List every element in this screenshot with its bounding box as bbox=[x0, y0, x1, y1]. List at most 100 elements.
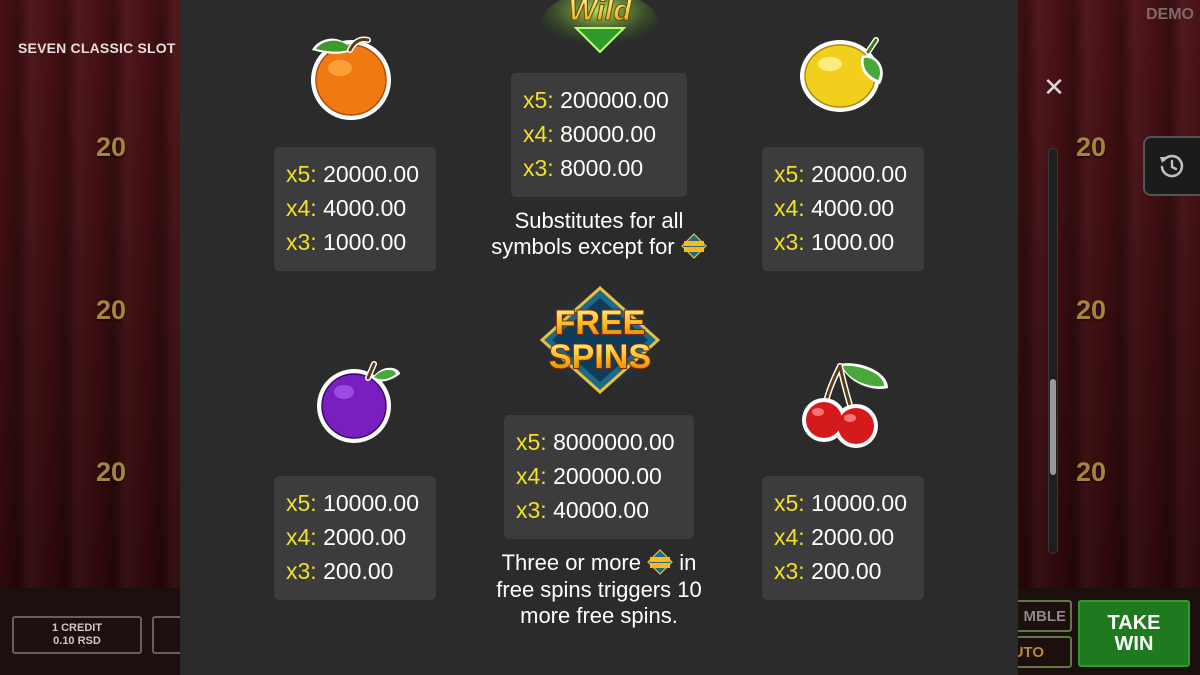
fs-desc-line1a: Three or more bbox=[501, 550, 641, 575]
demo-label: DEMO bbox=[1146, 6, 1194, 23]
pay-multiplier: x5: bbox=[286, 161, 317, 187]
free-spins-logo-line1: FREE bbox=[555, 304, 646, 342]
pay-value: 200000.00 bbox=[560, 87, 669, 113]
take-win-button[interactable]: TAKE WIN bbox=[1078, 600, 1190, 667]
credit-amount: 0.10 RSD bbox=[53, 635, 101, 647]
pay-value: 200.00 bbox=[811, 558, 882, 584]
free-spins-small-icon bbox=[647, 549, 673, 576]
line-number: 20 bbox=[1075, 132, 1107, 162]
credit-value-button[interactable]: 1 CREDIT 0.10 RSD bbox=[12, 616, 142, 654]
pay-value: 80000.00 bbox=[560, 121, 657, 147]
pay-value: 2000.00 bbox=[811, 524, 895, 550]
pay-multiplier: x3: bbox=[286, 229, 317, 255]
pay-row: x4: 2000.00 bbox=[774, 522, 912, 556]
wild-logo-text: Wild bbox=[568, 0, 632, 27]
lemon-paytable: x5: 20000.00 x4: 4000.00 x3: 1000.00 bbox=[762, 147, 924, 271]
pay-value: 1000.00 bbox=[323, 229, 407, 255]
pay-row: x3: 1000.00 bbox=[286, 227, 424, 261]
line-number: 20 bbox=[95, 295, 127, 325]
wild-desc-line1: Substitutes for all bbox=[514, 208, 684, 233]
plum-icon bbox=[317, 361, 400, 443]
pay-multiplier: x3: bbox=[774, 558, 805, 584]
take-win-line2: WIN bbox=[1114, 632, 1154, 655]
pay-row: x5: 10000.00 bbox=[774, 488, 912, 522]
pay-value: 20000.00 bbox=[323, 161, 420, 187]
gamble-label: MBLE bbox=[1023, 607, 1067, 625]
cherry-icon bbox=[802, 363, 888, 448]
pay-row: x5: 8000000.00 bbox=[516, 427, 682, 461]
wild-description: Substitutes for all symbols except for bbox=[466, 208, 732, 261]
line-number: 20 bbox=[95, 457, 127, 487]
history-icon bbox=[1160, 154, 1184, 178]
pay-value: 200000.00 bbox=[553, 463, 662, 489]
pay-row: x3: 200.00 bbox=[774, 556, 912, 590]
pay-value: 40000.00 bbox=[553, 497, 650, 523]
pay-row: x5: 10000.00 bbox=[286, 488, 424, 522]
pay-value: 8000.00 bbox=[560, 155, 644, 181]
close-icon: ✕ bbox=[1043, 72, 1065, 102]
wild-desc-line2-wrap: symbols except for bbox=[466, 233, 732, 261]
pay-multiplier: x5: bbox=[774, 490, 805, 516]
pay-value: 20000.00 bbox=[811, 161, 908, 187]
line-number: 20 bbox=[95, 132, 127, 162]
pay-value: 10000.00 bbox=[811, 490, 908, 516]
pay-multiplier: x4: bbox=[774, 524, 805, 550]
pay-row: x3: 200.00 bbox=[286, 556, 424, 590]
fs-desc-line1-wrap: Three or more in bbox=[470, 549, 728, 577]
cherry-paytable: x5: 10000.00 x4: 2000.00 x3: 200.00 bbox=[762, 476, 924, 600]
pay-row: x4: 4000.00 bbox=[774, 193, 912, 227]
pay-multiplier: x4: bbox=[516, 463, 547, 489]
free-spins-logo-line2: SPINS bbox=[549, 338, 651, 376]
pay-multiplier: x5: bbox=[523, 87, 554, 113]
line-number: 20 bbox=[1075, 295, 1107, 325]
pay-multiplier: x3: bbox=[774, 229, 805, 255]
pay-value: 10000.00 bbox=[323, 490, 420, 516]
paytable-scrollbar[interactable] bbox=[1048, 148, 1058, 554]
pay-multiplier: x4: bbox=[774, 195, 805, 221]
lemon-icon bbox=[800, 37, 883, 112]
pay-multiplier: x3: bbox=[286, 558, 317, 584]
plum-paytable: x5: 10000.00 x4: 2000.00 x3: 200.00 bbox=[274, 476, 436, 600]
pay-multiplier: x3: bbox=[523, 155, 554, 181]
pay-value: 4000.00 bbox=[811, 195, 895, 221]
game-title: SEVEN CLASSIC SLOT bbox=[18, 40, 176, 56]
fs-desc-line3: more free spins. bbox=[520, 603, 678, 629]
pay-row: x4: 80000.00 bbox=[523, 119, 675, 153]
pay-multiplier: x5: bbox=[286, 490, 317, 516]
pay-row: x5: 20000.00 bbox=[286, 159, 424, 193]
scrollbar-thumb[interactable] bbox=[1050, 379, 1056, 475]
pay-row: x3: 1000.00 bbox=[774, 227, 912, 261]
pay-multiplier: x4: bbox=[286, 524, 317, 550]
pay-row: x4: 2000.00 bbox=[286, 522, 424, 556]
pay-multiplier: x3: bbox=[516, 497, 547, 523]
pay-row: x3: 8000.00 bbox=[523, 153, 675, 187]
pay-value: 4000.00 bbox=[323, 195, 407, 221]
pay-row: x5: 20000.00 bbox=[774, 159, 912, 193]
pay-value: 2000.00 bbox=[323, 524, 407, 550]
history-button[interactable] bbox=[1143, 136, 1200, 196]
take-win-line1: TAKE bbox=[1107, 611, 1161, 634]
pay-value: 1000.00 bbox=[811, 229, 895, 255]
orange-icon bbox=[311, 36, 391, 120]
wild-icon: Wild bbox=[542, 0, 658, 54]
pay-multiplier: x4: bbox=[286, 195, 317, 221]
pay-value: 8000000.00 bbox=[553, 429, 675, 455]
free-spins-paytable: x5: 8000000.00 x4: 200000.00 x3: 40000.0… bbox=[504, 415, 694, 539]
pay-row: x5: 200000.00 bbox=[523, 85, 675, 119]
pay-multiplier: x4: bbox=[523, 121, 554, 147]
free-spins-description: Three or more in free spins triggers 10 … bbox=[470, 549, 728, 629]
pay-row: x4: 4000.00 bbox=[286, 193, 424, 227]
line-number: 20 bbox=[1075, 457, 1107, 487]
wild-desc-line2: symbols except for bbox=[491, 234, 675, 259]
pay-multiplier: x5: bbox=[774, 161, 805, 187]
pay-value: 200.00 bbox=[323, 558, 394, 584]
close-button[interactable]: ✕ bbox=[1040, 73, 1068, 101]
free-spins-icon: FREE SPINS bbox=[538, 285, 662, 395]
fs-desc-line2: free spins triggers 10 bbox=[496, 577, 702, 603]
credit-line: 1 CREDIT bbox=[51, 622, 103, 634]
pay-row: x3: 40000.00 bbox=[516, 495, 682, 529]
free-spins-small-icon bbox=[680, 233, 707, 260]
fs-desc-line1b: in bbox=[679, 550, 697, 575]
orange-paytable: x5: 20000.00 x4: 4000.00 x3: 1000.00 bbox=[274, 147, 436, 271]
pay-row: x4: 200000.00 bbox=[516, 461, 682, 495]
